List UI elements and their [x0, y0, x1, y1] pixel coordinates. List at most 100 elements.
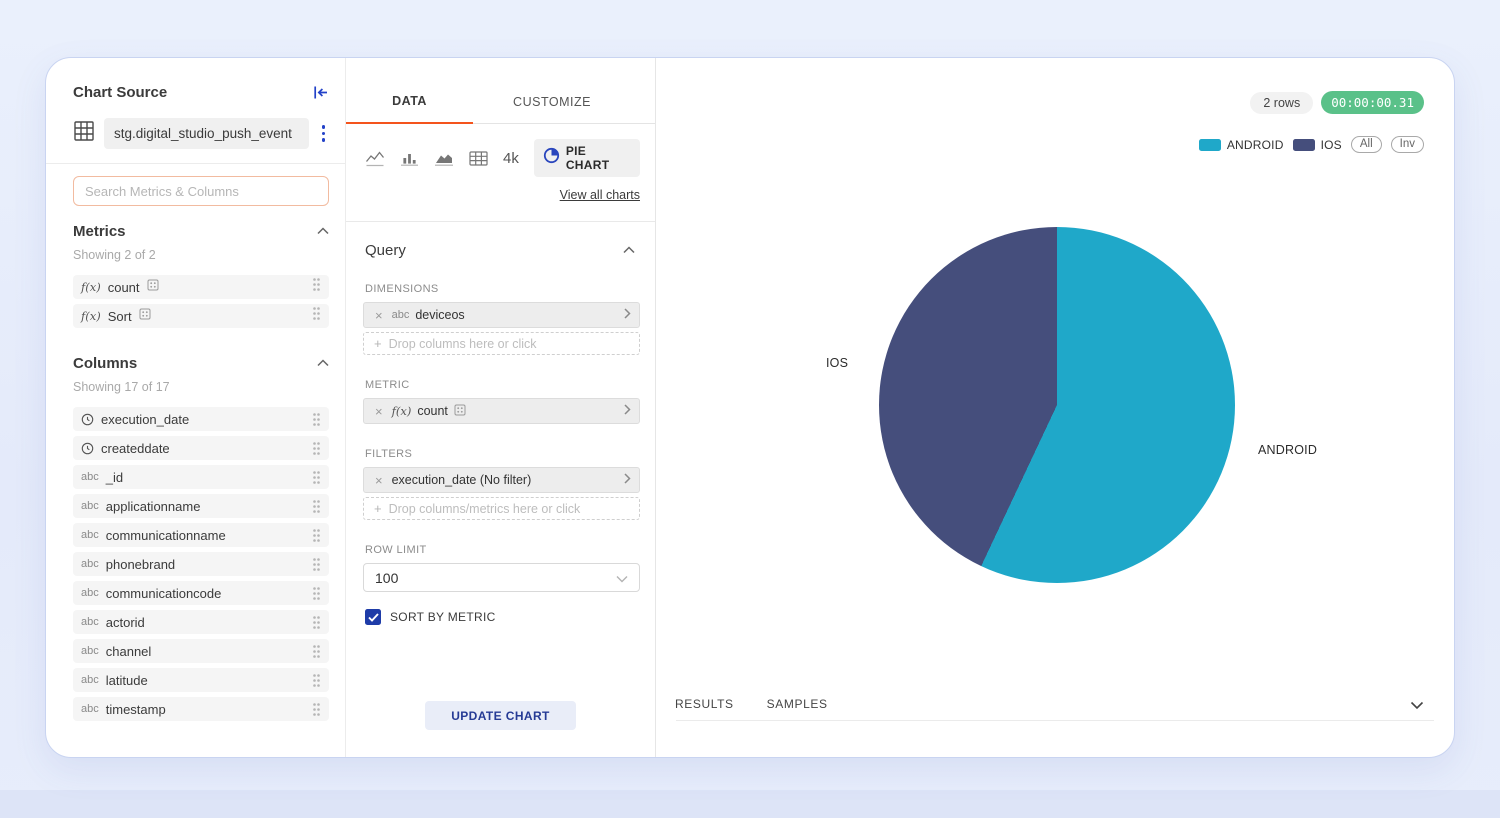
plus-icon: + — [374, 501, 382, 516]
drag-handle-icon[interactable] — [312, 586, 321, 601]
chevron-right-icon — [624, 402, 631, 420]
legend-item-ios[interactable]: IOS — [1293, 138, 1342, 152]
filter-pill-execution-date[interactable]: × execution_date (No filter) — [363, 467, 640, 493]
drag-handle-icon[interactable] — [312, 557, 321, 572]
pie-slice-label-ios: IOS — [826, 356, 848, 370]
column-item[interactable]: createddate — [73, 436, 329, 460]
column-item[interactable]: abc_id — [73, 465, 329, 489]
metrics-list: f(x) count f(x) Sort — [73, 275, 329, 328]
column-item[interactable]: abccommunicationname — [73, 523, 329, 547]
drag-handle-icon[interactable] — [312, 441, 321, 456]
columns-section-title: Columns — [73, 355, 137, 372]
metric-grid-icon — [139, 307, 151, 325]
query-section-title: Query — [365, 242, 406, 259]
column-item[interactable]: abcchannel — [73, 639, 329, 663]
abc-type-icon: abc — [81, 529, 99, 541]
dataset-options-kebab-icon[interactable] — [318, 123, 330, 144]
legend-invert-button[interactable]: Inv — [1391, 136, 1424, 153]
metric-item[interactable]: f(x) count — [73, 275, 329, 299]
control-tabbar: DATA CUSTOMIZE — [346, 58, 655, 124]
legend-item-android[interactable]: ANDROID — [1199, 138, 1284, 152]
chevron-down-icon — [616, 570, 628, 586]
chart-source-panel: Chart Source stg.digital_studio_push_eve… — [46, 58, 346, 757]
chart-legend: ANDROID IOS All Inv — [1199, 136, 1424, 153]
chart-source-title: Chart Source — [73, 84, 167, 101]
clock-icon — [81, 413, 94, 426]
page-bottom-strip — [0, 790, 1500, 818]
columns-list: execution_date createddate abc_id abcapplic… — [73, 407, 329, 721]
sort-by-metric-row[interactable]: SORT BY METRIC — [365, 609, 640, 625]
dataset-name[interactable]: stg.digital_studio_push_event — [104, 118, 309, 149]
divider — [46, 163, 345, 164]
search-input[interactable] — [73, 176, 329, 206]
column-item[interactable]: execution_date — [73, 407, 329, 431]
view-all-charts-link[interactable]: View all charts — [560, 188, 640, 202]
android-color-swatch — [1199, 139, 1221, 151]
column-item[interactable]: abcapplicationname — [73, 494, 329, 518]
drag-handle-icon[interactable] — [312, 615, 321, 630]
tab-results[interactable]: RESULTS — [675, 697, 734, 711]
viz-type-row: 4k PIE CHART — [346, 124, 655, 177]
tab-customize[interactable]: CUSTOMIZE — [473, 95, 631, 123]
collapse-sidebar-icon[interactable] — [313, 85, 329, 100]
remove-filter-icon[interactable]: × — [364, 473, 392, 488]
sort-by-metric-checkbox[interactable] — [365, 609, 381, 625]
drag-handle-icon[interactable] — [312, 528, 321, 543]
columns-showing-count: Showing 17 of 17 — [73, 380, 329, 394]
metric-grid-icon — [147, 278, 159, 296]
drag-handle-icon[interactable] — [312, 673, 321, 688]
column-item[interactable]: abclatitude — [73, 668, 329, 692]
metric-item[interactable]: f(x) Sort — [73, 304, 329, 328]
chevron-right-icon — [624, 306, 631, 324]
row-limit-select[interactable]: 100 — [363, 563, 640, 592]
tab-samples[interactable]: SAMPLES — [767, 697, 828, 711]
control-panel: DATA CUSTOMIZE 4k PIE CHART — [346, 58, 656, 757]
column-item[interactable]: abcactorid — [73, 610, 329, 634]
current-viz-type-button[interactable]: PIE CHART — [534, 139, 640, 177]
drag-handle-icon[interactable] — [312, 277, 321, 297]
column-item[interactable]: abcphonebrand — [73, 552, 329, 576]
pie-chart[interactable] — [879, 227, 1235, 583]
chart-panel: 2 rows 00:00:00.31 ANDROID IOS All Inv I… — [656, 58, 1454, 757]
collapse-results-chevron-down-icon[interactable] — [1406, 693, 1428, 719]
row-limit-label: ROW LIMIT — [346, 520, 655, 556]
legend-select-all-button[interactable]: All — [1351, 136, 1382, 153]
drag-handle-icon[interactable] — [312, 644, 321, 659]
metrics-showing-count: Showing 2 of 2 — [73, 248, 329, 262]
drag-handle-icon[interactable] — [312, 306, 321, 326]
abc-type-icon: abc — [81, 703, 99, 715]
metrics-collapse-chevron-up-icon[interactable] — [317, 222, 329, 240]
abc-type-icon: abc — [81, 558, 99, 570]
abc-type-icon: abc — [81, 674, 99, 686]
big-number-chart-icon[interactable]: 4k — [503, 150, 519, 167]
query-collapse-chevron-up-icon[interactable] — [623, 241, 635, 259]
columns-collapse-chevron-up-icon[interactable] — [317, 354, 329, 372]
update-chart-button[interactable]: UPDATE CHART — [425, 701, 576, 730]
abc-type-icon: abc — [81, 500, 99, 512]
column-item[interactable]: abccommunicationcode — [73, 581, 329, 605]
dataset-table-icon — [73, 120, 95, 147]
area-chart-icon[interactable] — [434, 150, 454, 167]
filters-label: FILTERS — [346, 424, 655, 460]
tab-data[interactable]: DATA — [346, 94, 473, 124]
dimensions-dropzone[interactable]: + Drop columns here or click — [363, 332, 640, 355]
fx-icon: f(x) — [81, 280, 101, 294]
dimension-pill-deviceos[interactable]: × abcdeviceos — [363, 302, 640, 328]
pie-chart-icon — [543, 147, 560, 169]
remove-dimension-icon[interactable]: × — [364, 308, 392, 323]
metric-pill-count[interactable]: × f(x)count — [363, 398, 640, 424]
drag-handle-icon[interactable] — [312, 702, 321, 717]
bar-chart-icon[interactable] — [400, 150, 419, 167]
remove-metric-icon[interactable]: × — [364, 404, 392, 419]
line-chart-icon[interactable] — [365, 150, 385, 167]
drag-handle-icon[interactable] — [312, 470, 321, 485]
metric-grid-icon — [454, 404, 466, 419]
filters-dropzone[interactable]: + Drop columns/metrics here or click — [363, 497, 640, 520]
table-icon[interactable] — [469, 150, 488, 167]
chevron-right-icon — [624, 471, 631, 489]
drag-handle-icon[interactable] — [312, 499, 321, 514]
results-footer: RESULTS SAMPLES — [656, 687, 1454, 757]
column-item[interactable]: abctimestamp — [73, 697, 329, 721]
abc-type-icon: abc — [81, 645, 99, 657]
drag-handle-icon[interactable] — [312, 412, 321, 427]
